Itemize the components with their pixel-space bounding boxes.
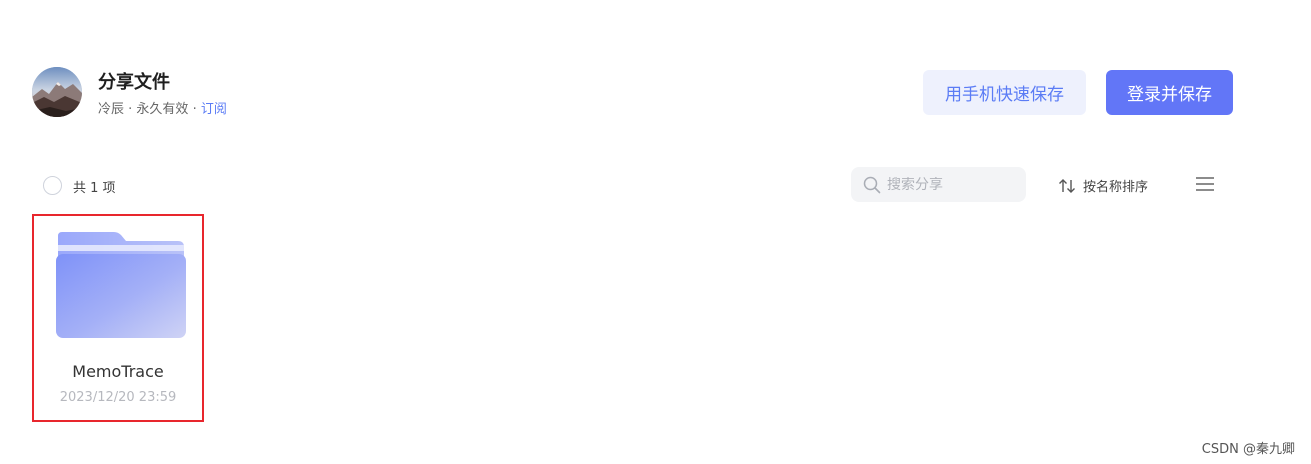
- search-box[interactable]: [851, 167, 1026, 202]
- file-date: 2023/12/20 23:59: [59, 390, 177, 405]
- select-all-checkbox[interactable]: [43, 176, 62, 195]
- meta-separator: ·: [124, 102, 137, 117]
- meta-separator: ·: [188, 102, 201, 117]
- owner-avatar: [32, 67, 82, 117]
- share-title: 分享文件: [98, 72, 170, 93]
- sort-label: 按名称排序: [1083, 180, 1149, 195]
- share-meta: 冷辰 · 永久有效 · 订阅: [98, 98, 227, 117]
- list-view-icon[interactable]: [1195, 176, 1215, 192]
- folder-icon: [56, 232, 186, 338]
- subscribe-link[interactable]: 订阅: [201, 102, 227, 117]
- login-save-button[interactable]: 登录并保存: [1106, 70, 1233, 115]
- search-icon: [863, 176, 881, 193]
- item-count: 共 1 项: [73, 181, 116, 196]
- file-name: MemoTrace: [72, 362, 164, 381]
- share-page: 分享文件 冷辰 · 永久有效 · 订阅 用手机快速保存 登录并保存 共 1 项 …: [0, 0, 1311, 464]
- sort-arrows-icon: [1059, 178, 1075, 193]
- file-card[interactable]: MemoTrace 2023/12/20 23:59: [32, 214, 204, 422]
- sort-button[interactable]: 按名称排序: [1058, 176, 1148, 195]
- search-input[interactable]: [887, 176, 1017, 193]
- validity-text: 永久有效: [136, 102, 189, 117]
- mountain-landscape-image: [32, 67, 82, 117]
- csdn-watermark: CSDN @秦九卿: [1201, 442, 1295, 457]
- mobile-save-button[interactable]: 用手机快速保存: [923, 70, 1086, 115]
- owner-name: 冷辰: [98, 102, 125, 117]
